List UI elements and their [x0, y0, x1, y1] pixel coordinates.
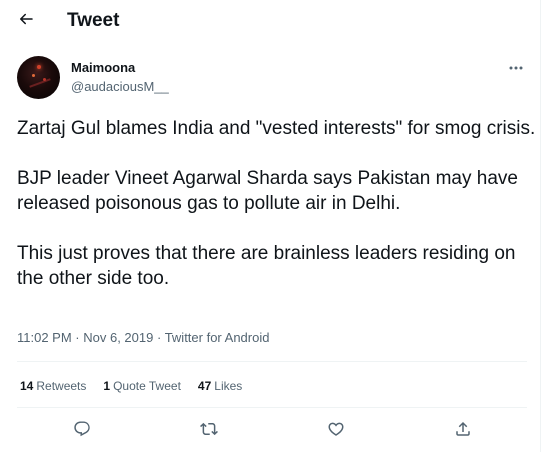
avatar[interactable] — [17, 56, 60, 99]
likes-count: 47 — [197, 379, 212, 393]
tweet-time[interactable]: 11:02 PM — [17, 330, 72, 345]
share-icon — [454, 420, 472, 443]
tweet-actions — [0, 418, 541, 444]
like-button[interactable] — [323, 418, 349, 444]
quotes-label: Quote Tweet — [113, 379, 181, 393]
retweet-icon — [200, 420, 218, 443]
reply-icon — [73, 420, 91, 443]
tweet-paragraph: This just proves that there are brainles… — [17, 243, 516, 289]
retweets-label: Retweets — [36, 379, 87, 393]
reply-button[interactable] — [69, 418, 95, 444]
meta-separator: · — [153, 330, 165, 345]
share-button[interactable] — [450, 418, 476, 444]
tweet-page: Tweet Maimoona @audaciousM__ Zartaj Gul … — [0, 0, 541, 452]
quotes-count: 1 — [103, 379, 111, 393]
meta-separator: · — [71, 330, 84, 345]
likes-label: Likes — [214, 379, 243, 393]
like-icon — [327, 420, 345, 443]
more-button[interactable] — [505, 58, 527, 76]
tweet-meta: 11:02 PM · Nov 6, 2019 · Twitter for And… — [17, 330, 269, 345]
arrow-left-icon — [17, 10, 35, 33]
retweets-count: 14 — [20, 379, 34, 393]
tweet-paragraph: BJP leader Vineet Agarwal Sharda says Pa… — [17, 168, 518, 214]
quotes-stat[interactable]: 1 Quote Tweet — [103, 379, 181, 393]
tweet-paragraph: Zartaj Gul blames India and "vested inte… — [17, 118, 536, 139]
author-name[interactable]: Maimoona — [71, 60, 135, 75]
page-header: Tweet — [0, 0, 541, 42]
author-handle[interactable]: @audaciousM__ — [71, 79, 169, 94]
page-title: Tweet — [67, 10, 120, 31]
likes-stat[interactable]: 47 Likes — [198, 379, 242, 393]
tweet-text: Zartaj Gul blames India and "vested inte… — [17, 116, 537, 316]
retweets-stat[interactable]: 14 Retweets — [20, 379, 86, 393]
divider — [17, 361, 527, 362]
tweet-stats: 14 Retweets 1 Quote Tweet 47 Likes — [20, 379, 242, 393]
tweet-source[interactable]: Twitter for Android — [165, 330, 270, 345]
tweet-date[interactable]: Nov 6, 2019 — [83, 330, 153, 345]
retweet-button[interactable] — [196, 418, 222, 444]
divider — [17, 407, 527, 408]
more-dots-icon — [508, 58, 524, 76]
back-button[interactable] — [10, 5, 42, 37]
